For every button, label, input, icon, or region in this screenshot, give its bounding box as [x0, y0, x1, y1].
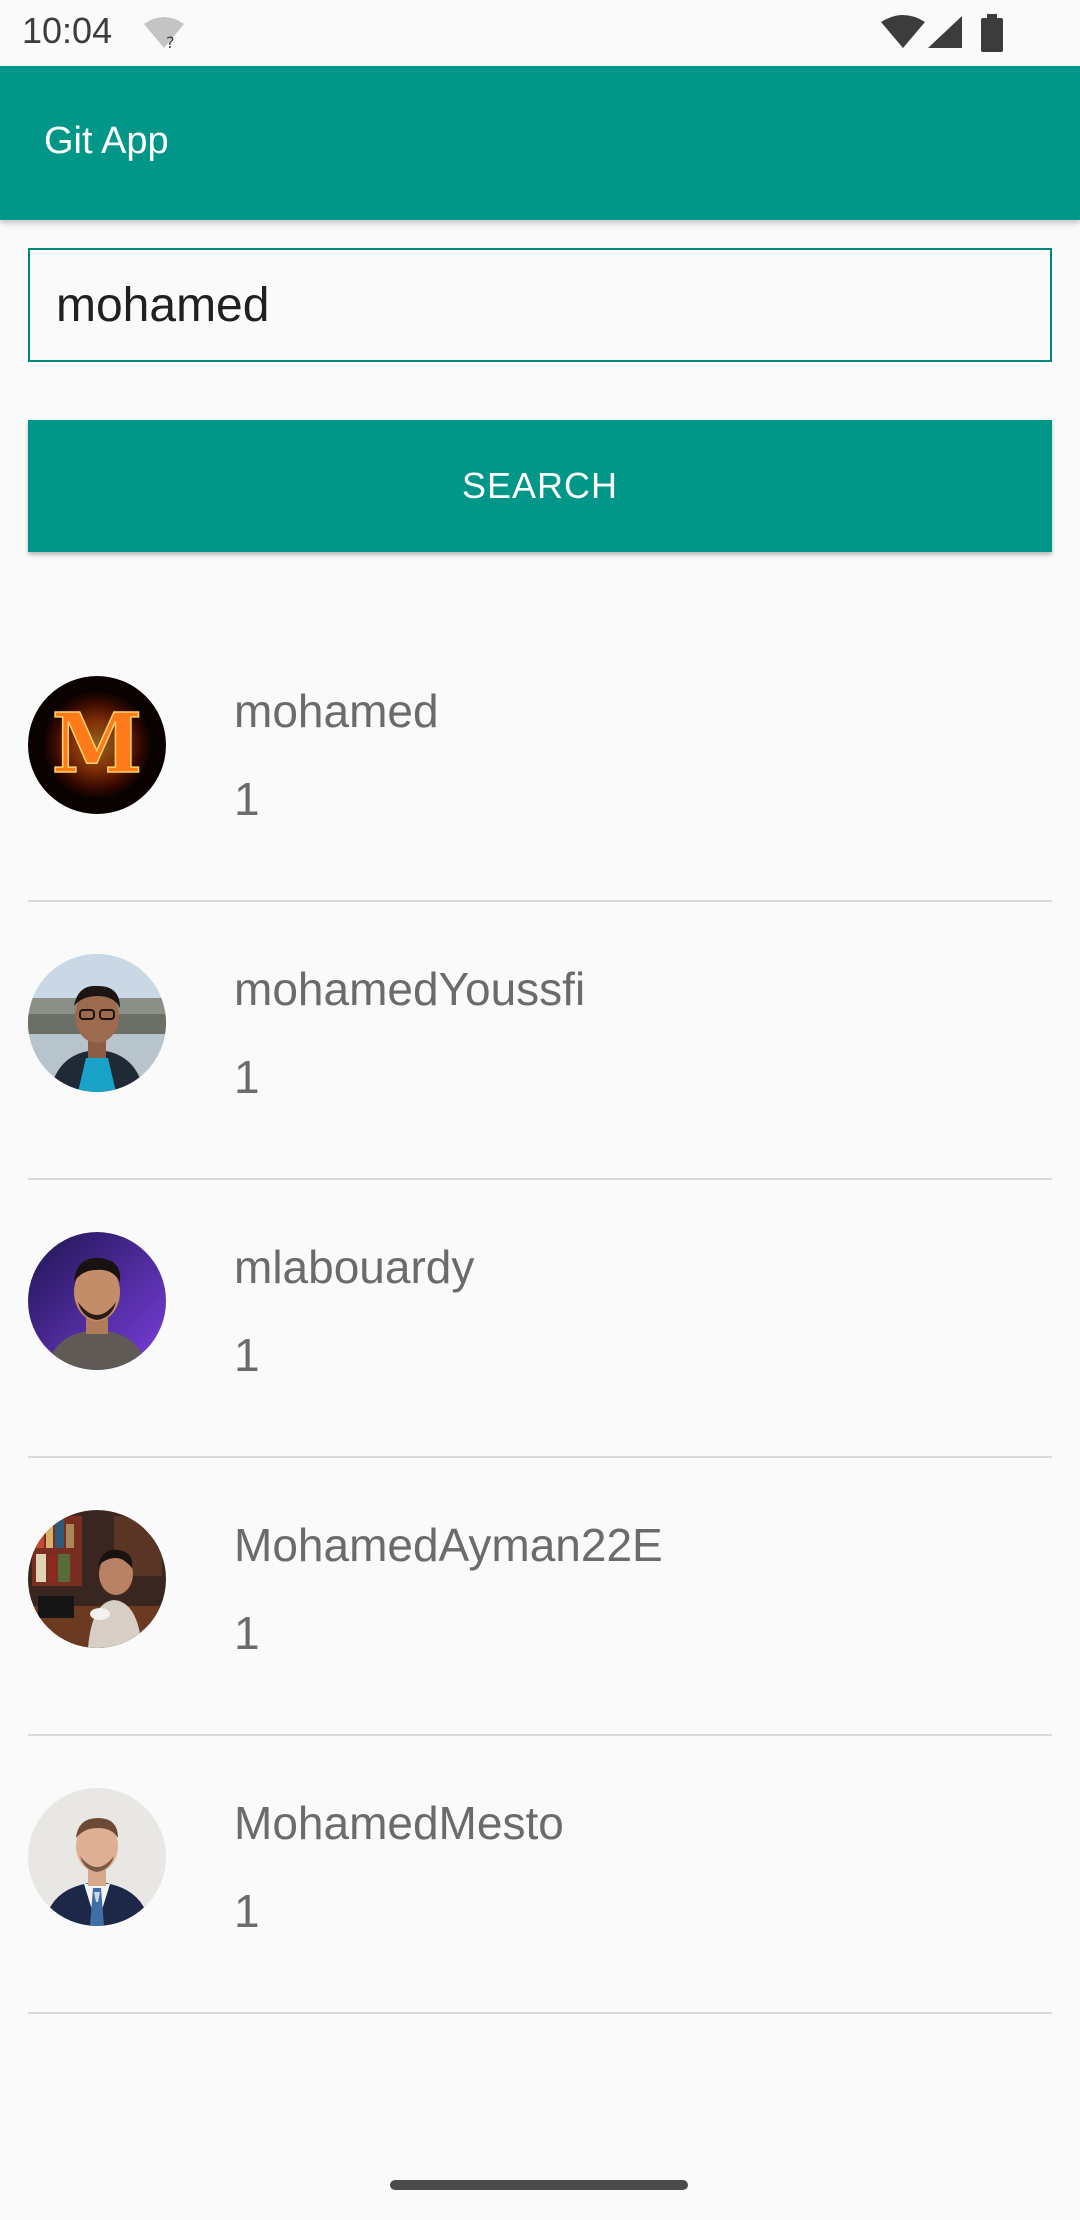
person-suit-avatar — [28, 1788, 166, 1926]
person-bookshelf-avatar — [28, 1510, 166, 1648]
search-input[interactable] — [28, 248, 1052, 362]
score: 1 — [234, 1607, 260, 1659]
list-item[interactable]: MohamedAyman22E 1 — [0, 1458, 1080, 1736]
fire-letter-m-avatar: M — [28, 676, 166, 814]
list-item[interactable]: MohamedMesto 1 — [0, 1736, 1080, 2014]
app-bar: Git App — [0, 66, 1080, 220]
username: mohamedYoussfi — [234, 963, 586, 1015]
search-button[interactable]: SEARCH — [28, 420, 1052, 552]
person-purple-background-avatar — [28, 1232, 166, 1370]
username: mohamed — [234, 685, 439, 737]
wifi-question-icon: ? — [144, 17, 184, 50]
person-glasses-avatar — [28, 954, 166, 1092]
score: 1 — [234, 1051, 260, 1103]
username: mlabouardy — [234, 1241, 475, 1293]
list-item[interactable]: mohamedYoussfi 1 — [0, 902, 1080, 1180]
status-bar: 10:04 ? — [0, 0, 1080, 66]
home-indicator[interactable] — [390, 2180, 688, 2190]
username: MohamedAyman22E — [234, 1519, 663, 1571]
svg-text:M: M — [52, 696, 143, 792]
list-item[interactable]: M mohamed 1 — [0, 624, 1080, 902]
app-title: Git App — [44, 120, 169, 162]
score: 1 — [234, 1885, 260, 1937]
battery-icon — [981, 14, 1003, 52]
list-item[interactable]: mlabouardy 1 — [0, 1180, 1080, 1458]
svg-text:?: ? — [166, 33, 175, 50]
score: 1 — [234, 773, 260, 825]
user-list: M mohamed 1 mohamedYoussfi 1 mlabouardy … — [0, 624, 1080, 2014]
divider — [28, 2012, 1052, 2014]
signal-icon — [928, 16, 962, 48]
username: MohamedMesto — [234, 1797, 564, 1849]
wifi-icon — [881, 15, 925, 48]
status-time: 10:04 — [22, 10, 113, 51]
score: 1 — [234, 1329, 260, 1381]
